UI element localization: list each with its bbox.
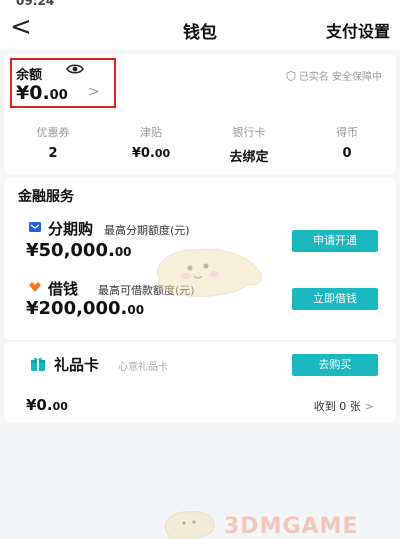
mascot-watermark-icon (157, 248, 262, 297)
watermark-logo: 3DMGAME (224, 514, 359, 539)
borrow-now-button[interactable]: 立即借钱 (292, 288, 378, 310)
stat-coupons[interactable]: 优惠券 2 (4, 124, 102, 161)
balance-value[interactable]: ¥0.00 (16, 82, 68, 104)
stat-label: 得币 (336, 126, 358, 139)
received-gift-cards-link[interactable]: 收到 0 张 > (314, 398, 374, 414)
installment-title: 分期购 (48, 220, 94, 238)
watermark-mascot-icon (164, 511, 215, 539)
wallet-card: 余额 ¥0.00 > 已实名 安全保障中 优惠券 2 津贴 ¥0.00 银行卡 … (4, 54, 396, 174)
gift-card-subtitle: 心意礼品卡 (118, 362, 168, 373)
stat-label: 津贴 (140, 126, 162, 139)
stat-value: 0 (342, 146, 352, 161)
installment-amount: ¥50,000.00 (26, 240, 132, 261)
nav-bar: < 钱包 支付设置 (0, 6, 400, 50)
shield-icon (286, 71, 296, 81)
stat-label: 优惠券 (36, 126, 70, 139)
eye-icon[interactable] (66, 62, 84, 76)
installment-subtitle: 最高分期额度(元) (104, 224, 190, 237)
stat-value: ¥0.00 (131, 146, 171, 161)
stat-label: 银行卡 (232, 126, 266, 139)
stat-value: 去绑定 (229, 150, 269, 165)
chevron-right-icon: > (88, 84, 100, 100)
loan-title: 借钱 (48, 280, 79, 298)
gift-card-title: 礼品卡 (54, 356, 100, 374)
balance-label: 余额 (16, 68, 43, 83)
verified-status: 已实名 安全保障中 (286, 68, 382, 83)
stat-coins[interactable]: 得币 0 (298, 124, 396, 161)
gift-card-amount: ¥0.00 (26, 396, 68, 414)
chevron-right-icon: > (364, 400, 374, 413)
section-title: 金融服务 (18, 189, 74, 205)
buy-gift-card-button[interactable]: 去购买 (292, 354, 378, 376)
payment-settings-link[interactable]: 支付设置 (326, 18, 390, 42)
gift-icon (31, 357, 45, 371)
stat-value: 2 (48, 146, 58, 161)
gift-card-section: 礼品卡 心意礼品卡 去购买 ¥0.00 收到 0 张 > (4, 342, 396, 422)
loan-icon (29, 282, 41, 292)
stats-row: 优惠券 2 津贴 ¥0.00 银行卡 去绑定 得币 0 (4, 124, 396, 168)
stat-bank-card[interactable]: 银行卡 去绑定 (200, 124, 298, 165)
stat-allowance[interactable]: 津贴 ¥0.00 (102, 124, 200, 161)
apply-installment-button[interactable]: 申请开通 (292, 230, 378, 252)
installment-icon (29, 222, 41, 232)
loan-amount: ¥200,000.00 (26, 298, 145, 319)
